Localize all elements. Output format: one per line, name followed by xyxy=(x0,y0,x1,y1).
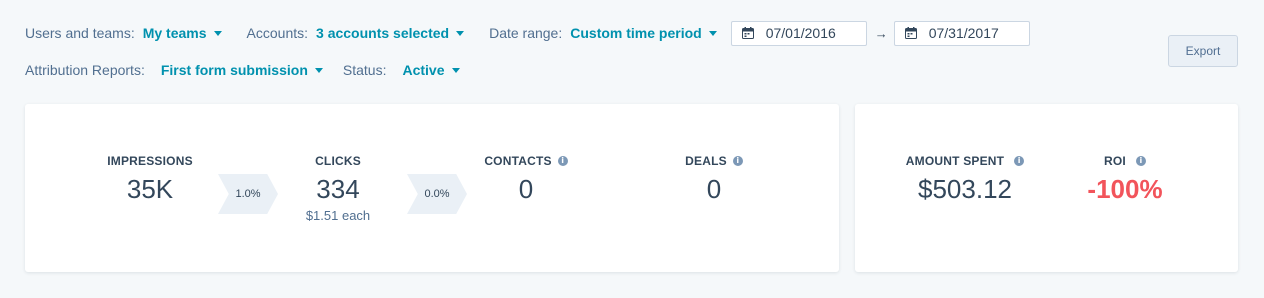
deals-value: 0 xyxy=(706,174,722,204)
status-dropdown[interactable]: Active xyxy=(402,62,460,78)
impressions-label: IMPRESSIONS xyxy=(107,154,193,168)
impressions-value: 35K xyxy=(126,174,174,204)
deals-label: DEALS xyxy=(685,154,727,168)
date-range-value: Custom time period xyxy=(570,25,702,41)
caret-down-icon xyxy=(708,31,717,36)
end-date-value: 07/31/2017 xyxy=(928,25,999,41)
clicks-metric: CLICKS 334 $1.51 each xyxy=(258,154,418,223)
users-teams-label: Users and teams: xyxy=(25,25,135,41)
impressions-metric: IMPRESSIONS 35K xyxy=(70,154,230,204)
click-rate-value: 1.0% xyxy=(235,188,261,200)
deals-label-row: DEALS i xyxy=(634,154,794,168)
info-icon[interactable]: i xyxy=(732,156,743,166)
attribution-value: First form submission xyxy=(160,62,308,78)
filter-row-primary: Users and teams: My teams Accounts: 3 ac… xyxy=(25,20,1030,46)
clicks-label: CLICKS xyxy=(315,154,361,168)
date-range-label: Date range: xyxy=(489,25,563,41)
status-value: Active xyxy=(402,62,445,78)
date-range-dropdown[interactable]: Custom time period xyxy=(570,25,717,41)
caret-down-icon xyxy=(456,31,465,36)
arrow-right-icon: → xyxy=(874,25,888,41)
info-icon[interactable]: i xyxy=(1014,156,1025,166)
deals-metric: DEALS i 0 xyxy=(634,154,794,204)
summary-card: AMOUNT SPENT i $503.12 ROI i -100% xyxy=(855,104,1238,272)
roi-label: ROI xyxy=(1104,154,1126,168)
info-icon[interactable]: i xyxy=(1135,156,1146,166)
roi-label-row: ROI i xyxy=(1045,154,1205,168)
caret-down-icon xyxy=(314,68,323,73)
start-date-value: 07/01/2016 xyxy=(765,25,836,41)
caret-down-icon xyxy=(213,31,222,36)
calendar-icon xyxy=(904,27,917,39)
contacts-metric: CONTACTS i 0 xyxy=(446,154,606,204)
export-button[interactable]: Export xyxy=(1168,35,1238,67)
caret-down-icon xyxy=(451,68,460,73)
calendar-icon xyxy=(741,27,754,39)
status-label: Status: xyxy=(342,62,387,78)
clicks-value: 334 xyxy=(316,174,360,204)
amount-spent-value: $503.12 xyxy=(918,174,1012,204)
roi-value: -100% xyxy=(1087,174,1163,204)
accounts-dropdown[interactable]: 3 accounts selected xyxy=(316,25,465,41)
start-date-input[interactable]: 07/01/2016 xyxy=(730,20,867,46)
contacts-label-row: CONTACTS i xyxy=(446,154,606,168)
accounts-label: Accounts: xyxy=(246,25,309,41)
info-icon[interactable]: i xyxy=(557,156,568,166)
filter-row-secondary: Attribution Reports: First form submissi… xyxy=(25,58,485,82)
contacts-label: CONTACTS xyxy=(484,154,552,168)
funnel-card: IMPRESSIONS 35K 1.0% CLICKS 334 $1.51 ea… xyxy=(25,104,839,272)
cost-per-click: $1.51 each xyxy=(305,208,371,223)
amount-spent-label-row: AMOUNT SPENT i xyxy=(885,154,1045,168)
attribution-label: Attribution Reports: xyxy=(25,62,145,78)
end-date-input[interactable]: 07/31/2017 xyxy=(893,20,1030,46)
contacts-value: 0 xyxy=(518,174,534,204)
users-teams-dropdown[interactable]: My teams xyxy=(143,25,222,41)
amount-spent-metric: AMOUNT SPENT i $503.12 xyxy=(885,154,1045,204)
accounts-value: 3 accounts selected xyxy=(316,25,450,41)
amount-spent-label: AMOUNT SPENT xyxy=(905,154,1005,168)
attribution-dropdown[interactable]: First form submission xyxy=(161,62,323,78)
users-teams-value: My teams xyxy=(142,25,207,41)
roi-metric: ROI i -100% xyxy=(1045,154,1205,204)
